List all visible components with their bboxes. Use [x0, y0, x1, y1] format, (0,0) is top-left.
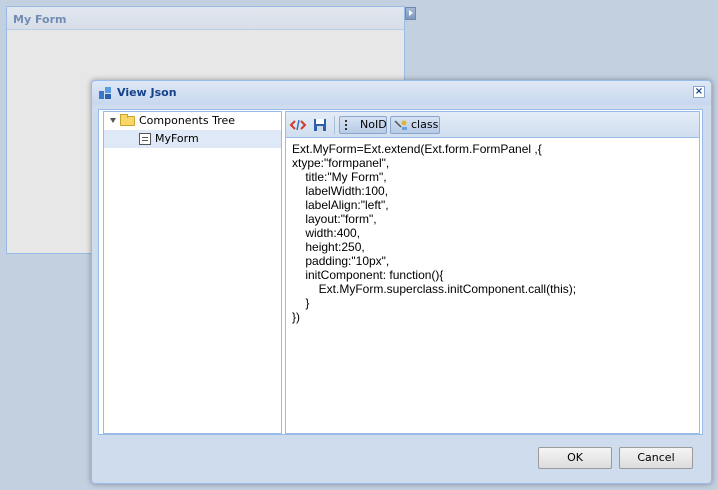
components-tree: Components Tree MyForm [103, 111, 282, 434]
background-panel-title: My Form [7, 7, 404, 30]
class-toggle-button[interactable]: class [390, 116, 440, 134]
noid-icon [344, 119, 352, 131]
window-title: View Json [117, 86, 177, 99]
view-json-window: View Json × Components Tree MyForm NoID … [91, 80, 712, 484]
ok-button[interactable]: OK [538, 447, 612, 469]
collapse-tool-icon[interactable] [405, 7, 416, 20]
noid-label: NoID [360, 118, 387, 131]
tree-item-label: MyForm [155, 132, 199, 145]
window-header[interactable]: View Json × [92, 81, 711, 105]
close-icon[interactable]: × [693, 86, 705, 98]
folder-icon [120, 114, 135, 126]
form-icon [139, 133, 151, 145]
tree-item-myform[interactable]: MyForm [104, 130, 281, 148]
save-icon [314, 119, 326, 131]
save-button[interactable] [311, 116, 329, 134]
json-code-text[interactable]: Ext.MyForm=Ext.extend(Ext.form.FormPanel… [292, 142, 695, 429]
json-editor-panel: NoID class Ext.MyForm=Ext.extend(Ext.for… [285, 111, 700, 434]
window-body: Components Tree MyForm NoID class Ext.My… [98, 109, 703, 435]
tree-root-row[interactable]: Components Tree [104, 112, 281, 130]
code-tags-button[interactable] [289, 116, 307, 134]
cancel-button[interactable]: Cancel [619, 447, 693, 469]
noid-toggle-button[interactable]: NoID [339, 116, 387, 134]
editor-toolbar: NoID class [286, 112, 699, 138]
toolbar-separator [334, 116, 335, 134]
tree-root-label: Components Tree [139, 114, 236, 127]
window-app-icon [99, 87, 111, 99]
code-tags-icon [289, 119, 307, 131]
class-label: class [411, 118, 439, 131]
class-icon [394, 120, 407, 130]
tree-expand-icon[interactable] [110, 118, 116, 123]
